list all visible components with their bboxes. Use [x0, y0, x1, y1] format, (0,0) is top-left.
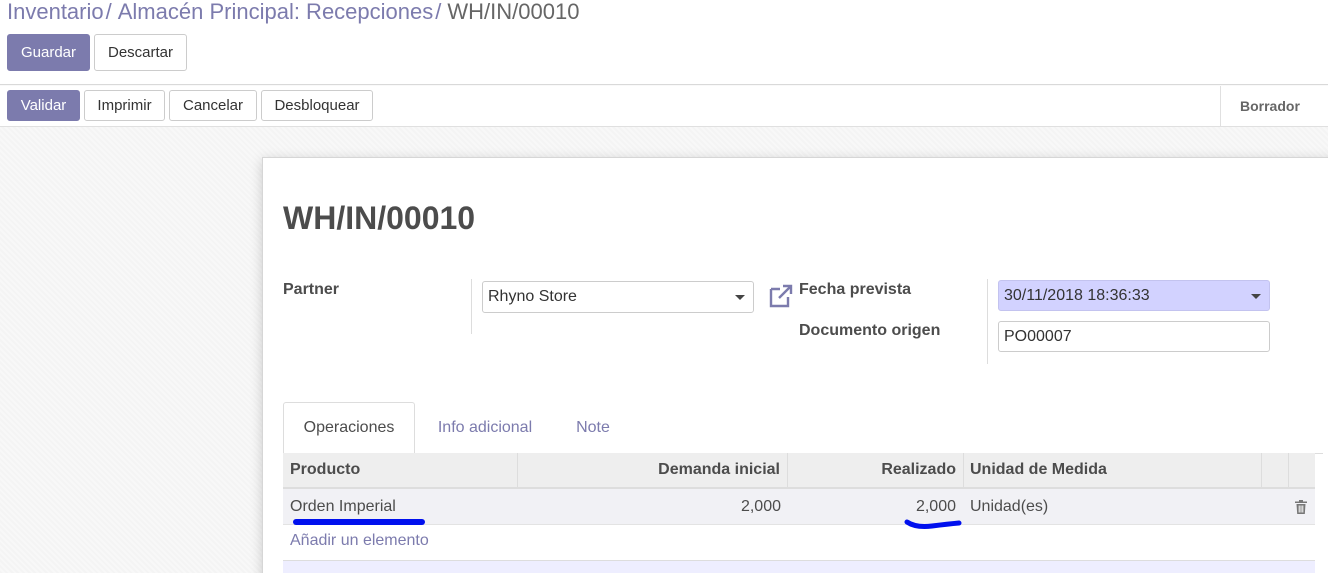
- notebook-tabs: Operaciones Info adicional Note: [283, 402, 1323, 454]
- add-line-link[interactable]: Añadir un elemento: [290, 532, 429, 550]
- dropdown-caret-icon[interactable]: [735, 295, 745, 300]
- column-header-producto[interactable]: Producto: [283, 453, 518, 487]
- origin-document-label: Documento origen: [799, 322, 941, 339]
- form-sheet: WH/IN/00010 Partner Rhyno Store Fecha pr…: [262, 157, 1328, 573]
- unlock-button[interactable]: Desbloquear: [261, 90, 373, 121]
- dropdown-caret-icon[interactable]: [1251, 294, 1261, 299]
- table-footer: [283, 560, 1315, 573]
- partner-field[interactable]: Rhyno Store: [482, 281, 754, 313]
- annotation-underline-done: [904, 519, 962, 529]
- breadcrumb-current: WH/IN/00010: [447, 0, 580, 24]
- tab-info-adicional[interactable]: Info adicional: [425, 402, 545, 453]
- breadcrumb: Inventario/Almacén Principal: Recepcione…: [7, 0, 579, 26]
- partner-label: Partner: [283, 281, 340, 298]
- origin-document-field[interactable]: PO00007: [998, 321, 1270, 352]
- column-header-actions: [1262, 453, 1289, 487]
- column-header-realizado[interactable]: Realizado: [788, 453, 964, 487]
- discard-button[interactable]: Descartar: [94, 34, 187, 71]
- field-divider: [987, 279, 988, 364]
- scheduled-date-value: 30/11/2018 18:36:33: [1004, 286, 1150, 304]
- breadcrumb-inventario[interactable]: Inventario: [7, 0, 104, 24]
- save-button[interactable]: Guardar: [7, 34, 90, 71]
- scheduled-date-field[interactable]: 30/11/2018 18:36:33: [998, 280, 1270, 311]
- tab-note[interactable]: Note: [565, 402, 621, 453]
- trash-icon[interactable]: [1295, 500, 1307, 514]
- breadcrumb-separator: /: [105, 0, 112, 24]
- origin-document-value: PO00007: [1004, 327, 1072, 345]
- partner-value: Rhyno Store: [488, 288, 577, 305]
- scheduled-date-label: Fecha prevista: [799, 281, 912, 298]
- cancel-button[interactable]: Cancelar: [169, 90, 257, 121]
- field-divider: [471, 279, 472, 334]
- table-header: Producto Demanda inicial Realizado Unida…: [283, 453, 1315, 489]
- external-link-icon[interactable]: [768, 283, 794, 309]
- breadcrumb-separator: /: [435, 0, 442, 24]
- annotation-underline-product: [293, 519, 425, 525]
- validate-button[interactable]: Validar: [7, 90, 80, 121]
- statusbar: Validar Imprimir Cancelar Desbloquear Bo…: [0, 86, 1328, 127]
- tab-operaciones[interactable]: Operaciones: [283, 402, 415, 454]
- status-stage-draft[interactable]: Borrador: [1220, 86, 1328, 126]
- column-header-demanda-inicial[interactable]: Demanda inicial: [518, 453, 788, 487]
- page-title: WH/IN/00010: [283, 200, 476, 236]
- table-row[interactable]: Orden Imperial 2,000 2,000 Unidad(es): [283, 489, 1315, 525]
- print-button[interactable]: Imprimir: [84, 90, 165, 121]
- control-panel: Inventario/Almacén Principal: Recepcione…: [0, 0, 1328, 85]
- cell-demand[interactable]: 2,000: [518, 489, 781, 525]
- breadcrumb-recepciones[interactable]: Almacén Principal: Recepciones: [118, 0, 434, 24]
- cell-uom[interactable]: Unidad(es): [970, 489, 1260, 525]
- column-header-unidad-medida[interactable]: Unidad de Medida: [964, 453, 1262, 487]
